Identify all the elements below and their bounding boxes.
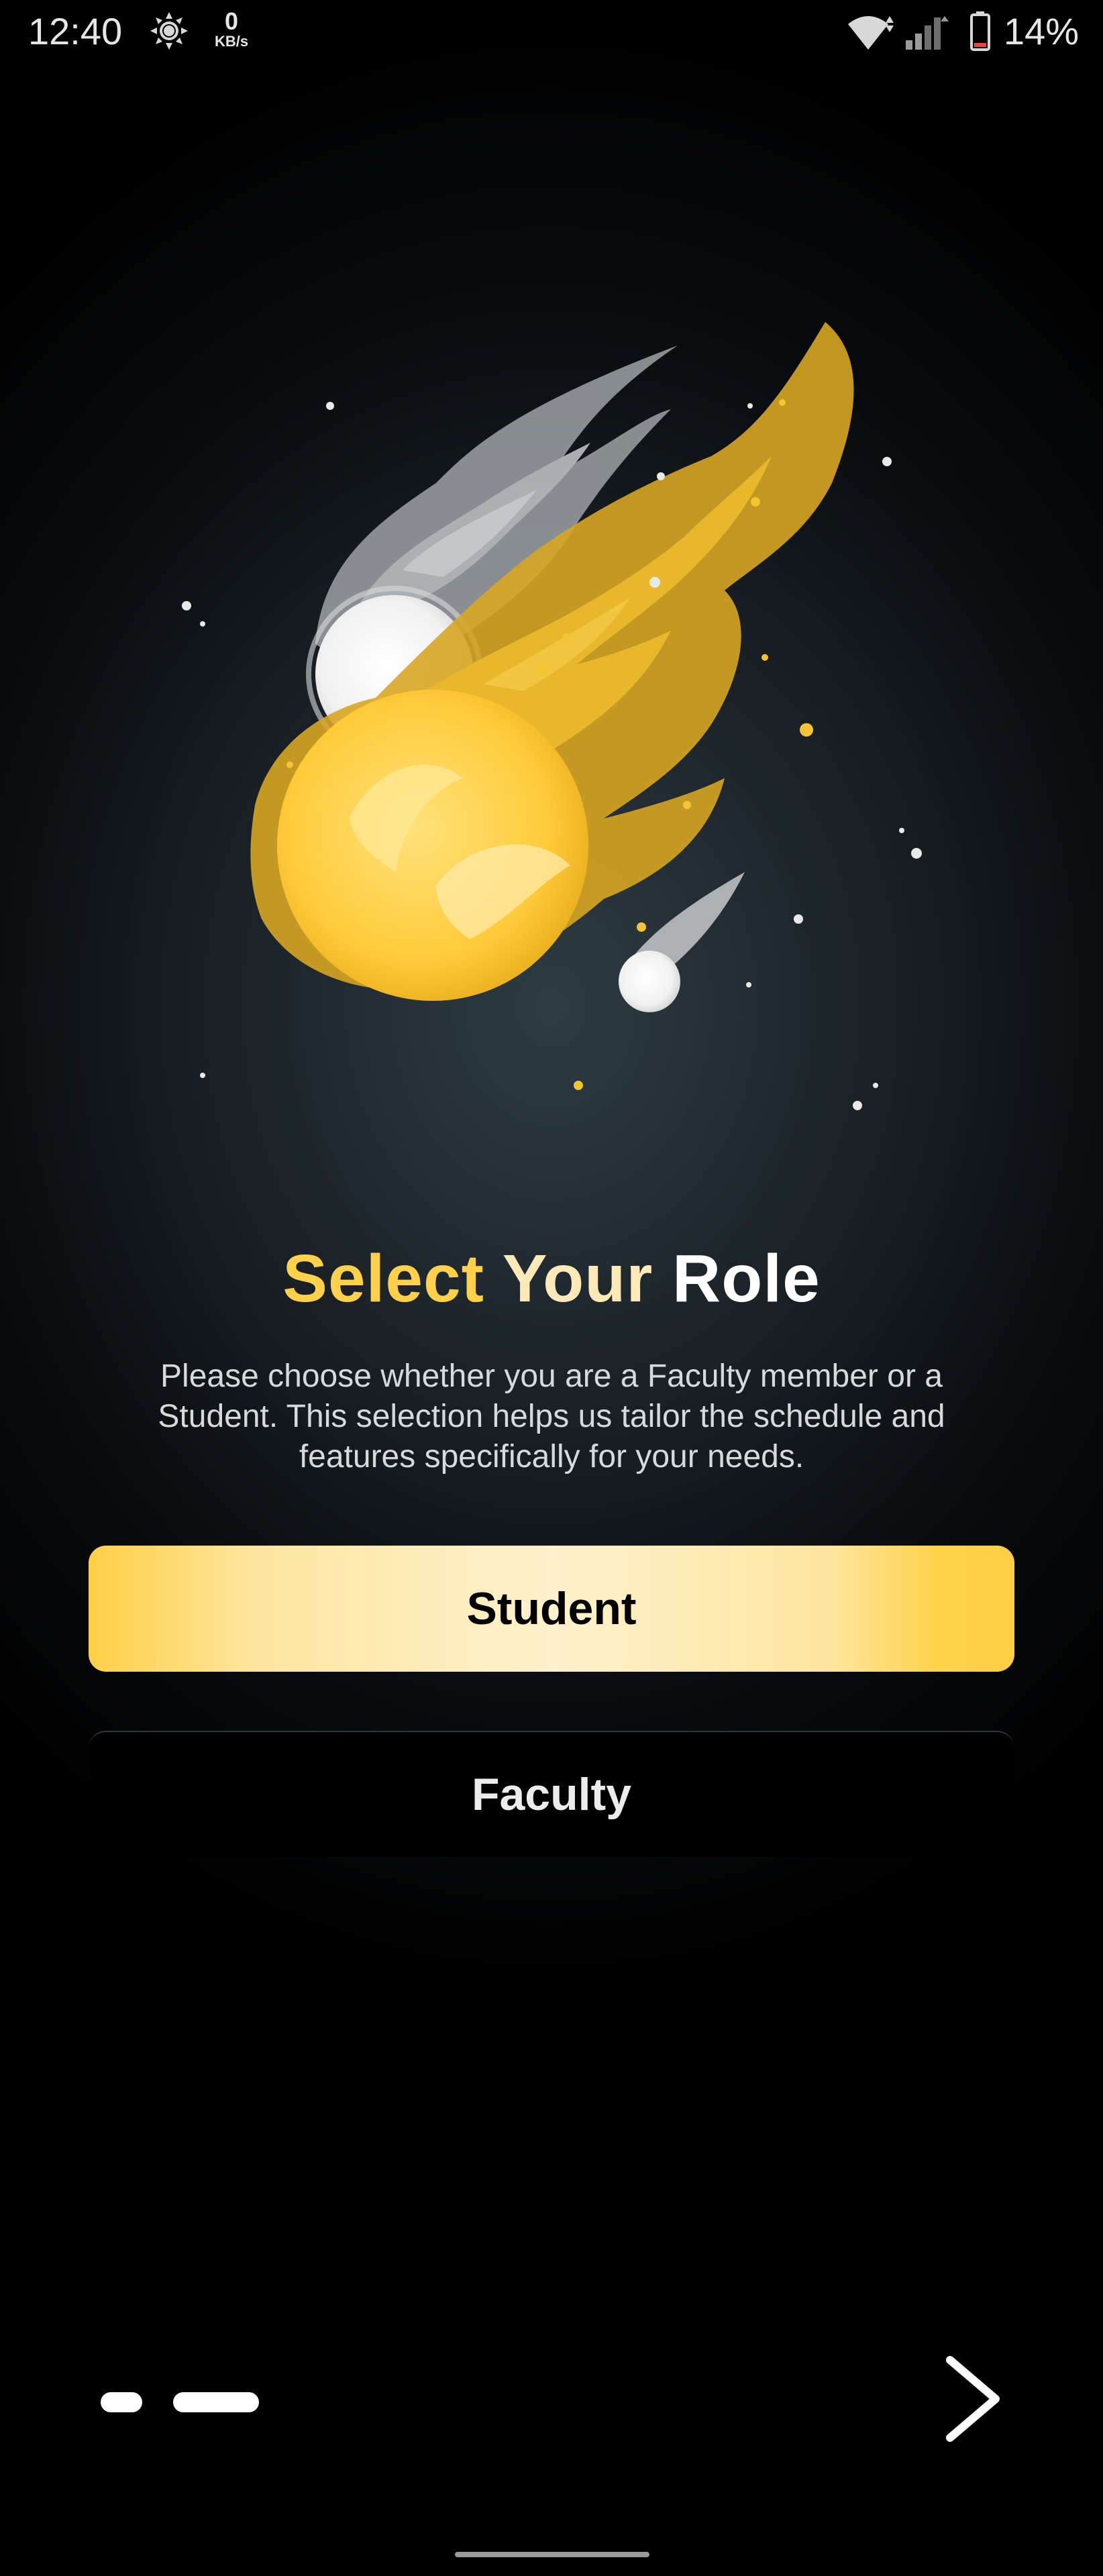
network-speed-unit: KB/s — [214, 33, 249, 50]
page-title: Select Your Role — [0, 1232, 1103, 1326]
signal-icon — [906, 16, 949, 50]
student-role-label: Student — [466, 1583, 637, 1634]
home-indicator[interactable] — [455, 2552, 649, 2557]
battery-icon — [970, 11, 990, 51]
network-speed-value: 0 — [224, 7, 239, 35]
faculty-role-label: Faculty — [471, 1769, 632, 1820]
brightness-icon — [150, 12, 188, 50]
title-word-2: Your — [502, 1241, 653, 1316]
meteor-illustration — [182, 322, 922, 1110]
network-speed: 0 KB/s — [208, 9, 255, 50]
chevron-right-icon[interactable] — [926, 2345, 1020, 2453]
faculty-role-button[interactable]: Faculty — [89, 1731, 1014, 1857]
role-description: Please choose whether you are a Faculty … — [158, 1358, 945, 1474]
page-indicator-2-active — [173, 2392, 259, 2412]
title-word-1: Select — [282, 1241, 484, 1316]
wifi-icon — [848, 16, 894, 50]
page-indicator-1 — [101, 2392, 142, 2412]
status-time: 12:40 — [28, 10, 123, 52]
battery-percent: 14% — [1004, 10, 1080, 52]
title-word-3: Role — [672, 1241, 821, 1316]
status-bar: 12:40 0 KB/s 14% — [0, 0, 1103, 64]
student-role-button[interactable]: Student — [89, 1546, 1014, 1672]
